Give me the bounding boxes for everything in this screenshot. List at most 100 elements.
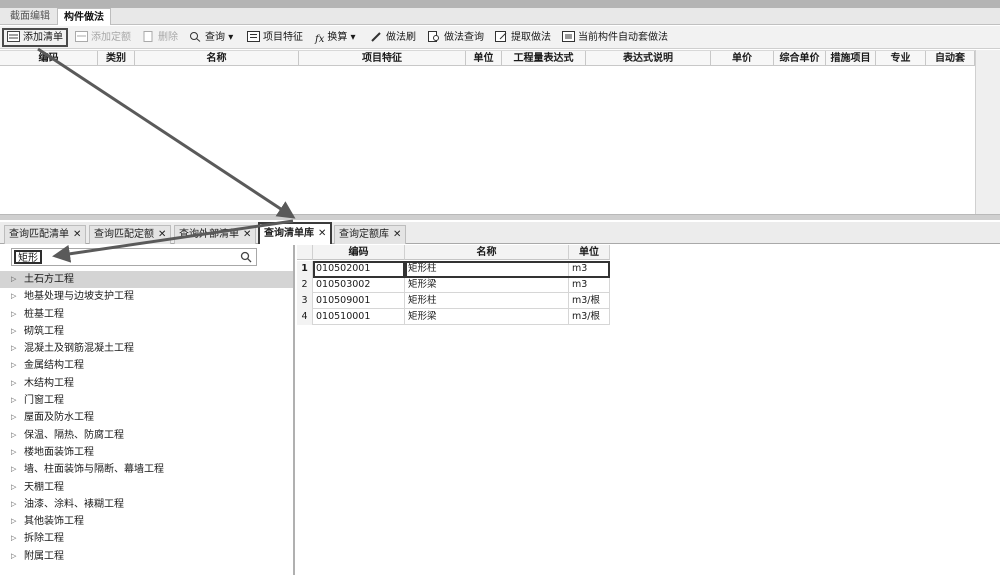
tree-item[interactable]: ▷ 楼地面装饰工程 bbox=[0, 444, 293, 461]
tree-item[interactable]: ▷ 其他装饰工程 bbox=[0, 513, 293, 530]
list-category-pane: 矩形 ▷ 土石方工程 ▷ 地基处理与边坡支护工程 ▷ 桩基工程 ▷ 砌筑工程 ▷ 混凝土及钢筋混凝… bbox=[0, 245, 295, 575]
method-query-label: 做法查询 bbox=[444, 32, 484, 43]
column-header[interactable]: 编码 bbox=[313, 245, 405, 260]
tab-section-edit[interactable]: 截面编辑 bbox=[4, 8, 56, 25]
tab-component-method[interactable]: 构件做法 bbox=[57, 8, 111, 25]
extract-method-button[interactable]: 提取做法 bbox=[495, 29, 551, 46]
expand-arrow-icon[interactable]: ▷ bbox=[11, 444, 16, 461]
vertical-scrollbar[interactable] bbox=[975, 50, 1000, 215]
name-cell: 矩形梁 bbox=[405, 309, 569, 325]
tree-item-label: 金属结构工程 bbox=[24, 360, 84, 372]
tree-item[interactable]: ▷ 土石方工程 bbox=[0, 271, 293, 289]
expand-arrow-icon[interactable]: ▷ bbox=[11, 288, 16, 305]
column-header[interactable]: 工程量表达式 bbox=[502, 51, 586, 66]
auto-apply-button[interactable]: 当前构件自动套做法 bbox=[562, 29, 668, 46]
column-header[interactable]: 名称 bbox=[405, 245, 569, 260]
editor-tabs: 截面编辑 构件做法 bbox=[0, 8, 1000, 25]
expand-arrow-icon[interactable]: ▷ bbox=[11, 271, 16, 288]
tab-query-matched-quota[interactable]: 查询匹配定额 ✕ bbox=[89, 225, 172, 244]
expand-arrow-icon[interactable]: ▷ bbox=[11, 496, 16, 513]
expand-arrow-icon[interactable]: ▷ bbox=[11, 530, 16, 547]
expand-arrow-icon[interactable]: ▷ bbox=[11, 409, 16, 426]
column-header[interactable]: 表达式说明 bbox=[586, 51, 711, 66]
column-header[interactable]: 类别 bbox=[98, 51, 135, 66]
column-header[interactable]: 项目特征 bbox=[299, 51, 466, 66]
expand-arrow-icon[interactable]: ▷ bbox=[11, 375, 16, 392]
column-header[interactable]: 编码 bbox=[0, 51, 98, 66]
method-toolbar: 添加清单 添加定额 删除 查询 ▾ 项目特征 fx 换算 ▾ 做法刷 做法查询 提… bbox=[0, 26, 1000, 49]
tab-query-list-library[interactable]: 查询清单库 ✕ bbox=[258, 222, 333, 244]
chevron-down-icon: ▾ bbox=[228, 32, 234, 43]
close-icon[interactable]: ✕ bbox=[318, 228, 326, 239]
expand-arrow-icon[interactable]: ▷ bbox=[11, 306, 16, 323]
add-list-button[interactable]: 添加清单 bbox=[2, 28, 68, 47]
expand-arrow-icon[interactable]: ▷ bbox=[11, 548, 16, 565]
tab-query-quota-library[interactable]: 查询定额库 ✕ bbox=[334, 225, 407, 244]
tree-item-label: 木结构工程 bbox=[24, 377, 74, 389]
table-row[interactable]: 4 010510001 矩形梁 m3/根 bbox=[297, 309, 610, 325]
expand-arrow-icon[interactable]: ▷ bbox=[11, 340, 16, 357]
expand-arrow-icon[interactable]: ▷ bbox=[11, 513, 16, 530]
column-header[interactable]: 名称 bbox=[135, 51, 299, 66]
expand-arrow-icon[interactable]: ▷ bbox=[11, 479, 16, 496]
column-header[interactable]: 措施项目 bbox=[826, 51, 876, 66]
tree-item-label: 墙、柱面装饰与隔断、幕墙工程 bbox=[24, 464, 164, 476]
item-feature-button[interactable]: 项目特征 bbox=[247, 29, 303, 46]
column-header[interactable]: 单位 bbox=[569, 245, 610, 260]
tree-item[interactable]: ▷ 门窗工程 bbox=[0, 392, 293, 409]
search-icon[interactable] bbox=[240, 251, 252, 263]
expand-arrow-icon[interactable]: ▷ bbox=[11, 461, 16, 478]
close-icon[interactable]: ✕ bbox=[158, 229, 166, 240]
tree-item-label: 屋面及防水工程 bbox=[24, 412, 94, 424]
panel-splitter[interactable] bbox=[0, 214, 1000, 220]
tree-item[interactable]: ▷ 木结构工程 bbox=[0, 375, 293, 392]
tree-item[interactable]: ▷ 地基处理与边坡支护工程 bbox=[0, 288, 293, 305]
auto-apply-icon bbox=[562, 31, 575, 42]
tree-item[interactable]: ▷ 混凝土及钢筋混凝土工程 bbox=[0, 340, 293, 357]
table-row[interactable]: 2 010503002 矩形梁 m3 bbox=[297, 277, 610, 293]
method-brush-button[interactable]: 做法刷 bbox=[370, 29, 416, 46]
tree-item[interactable]: ▷ 拆除工程 bbox=[0, 530, 293, 547]
expand-arrow-icon[interactable]: ▷ bbox=[11, 357, 16, 374]
column-header[interactable]: 单价 bbox=[711, 51, 774, 66]
add-quota-button[interactable]: 添加定额 bbox=[75, 29, 131, 46]
expand-arrow-icon[interactable]: ▷ bbox=[11, 392, 16, 409]
add-quota-icon bbox=[75, 31, 88, 42]
tab-query-external-list[interactable]: 查询外部清单 ✕ bbox=[174, 225, 257, 244]
delete-icon bbox=[143, 31, 153, 42]
tree-item[interactable]: ▷ 桩基工程 bbox=[0, 306, 293, 323]
tree-item[interactable]: ▷ 砌筑工程 bbox=[0, 323, 293, 340]
close-icon[interactable]: ✕ bbox=[243, 229, 251, 240]
window-top-strip bbox=[0, 0, 1000, 8]
tree-item[interactable]: ▷ 金属结构工程 bbox=[0, 357, 293, 374]
delete-button[interactable]: 删除 bbox=[142, 29, 178, 46]
method-query-button[interactable]: 做法查询 bbox=[428, 29, 484, 46]
tree-item[interactable]: ▷ 保温、隔热、防腐工程 bbox=[0, 427, 293, 444]
row-number: 3 bbox=[297, 293, 313, 309]
tree-item[interactable]: ▷ 附属工程 bbox=[0, 548, 293, 565]
function-icon: fx bbox=[315, 34, 325, 45]
search-value: 矩形 bbox=[14, 250, 42, 264]
column-header[interactable]: 综合单价 bbox=[774, 51, 826, 66]
query-dropdown[interactable]: 查询 ▾ bbox=[189, 29, 233, 46]
column-header[interactable]: 专业 bbox=[876, 51, 926, 66]
arrow-to-list-library-tab bbox=[37, 47, 296, 219]
tree-item[interactable]: ▷ 天棚工程 bbox=[0, 479, 293, 496]
close-icon[interactable]: ✕ bbox=[393, 229, 401, 240]
close-icon[interactable]: ✕ bbox=[73, 229, 81, 240]
tree-item[interactable]: ▷ 屋面及防水工程 bbox=[0, 409, 293, 426]
name-cell: 矩形梁 bbox=[405, 277, 569, 293]
tree-item-label: 保温、隔热、防腐工程 bbox=[24, 429, 124, 441]
tree-item[interactable]: ▷ 油漆、涂料、裱糊工程 bbox=[0, 496, 293, 513]
auto-apply-label: 当前构件自动套做法 bbox=[578, 32, 668, 43]
expand-arrow-icon[interactable]: ▷ bbox=[11, 427, 16, 444]
column-header[interactable]: 单位 bbox=[466, 51, 502, 66]
table-row[interactable]: 3 010509001 矩形柱 m3/根 bbox=[297, 293, 610, 309]
tree-item[interactable]: ▷ 墙、柱面装饰与隔断、幕墙工程 bbox=[0, 461, 293, 478]
expand-arrow-icon[interactable]: ▷ bbox=[11, 323, 16, 340]
extract-icon bbox=[495, 31, 507, 42]
search-input[interactable]: 矩形 bbox=[11, 248, 257, 266]
tab-query-matched-list[interactable]: 查询匹配清单 ✕ bbox=[4, 225, 87, 244]
convert-dropdown[interactable]: fx 换算 ▾ bbox=[315, 29, 356, 46]
column-header[interactable]: 自动套 bbox=[926, 51, 975, 66]
